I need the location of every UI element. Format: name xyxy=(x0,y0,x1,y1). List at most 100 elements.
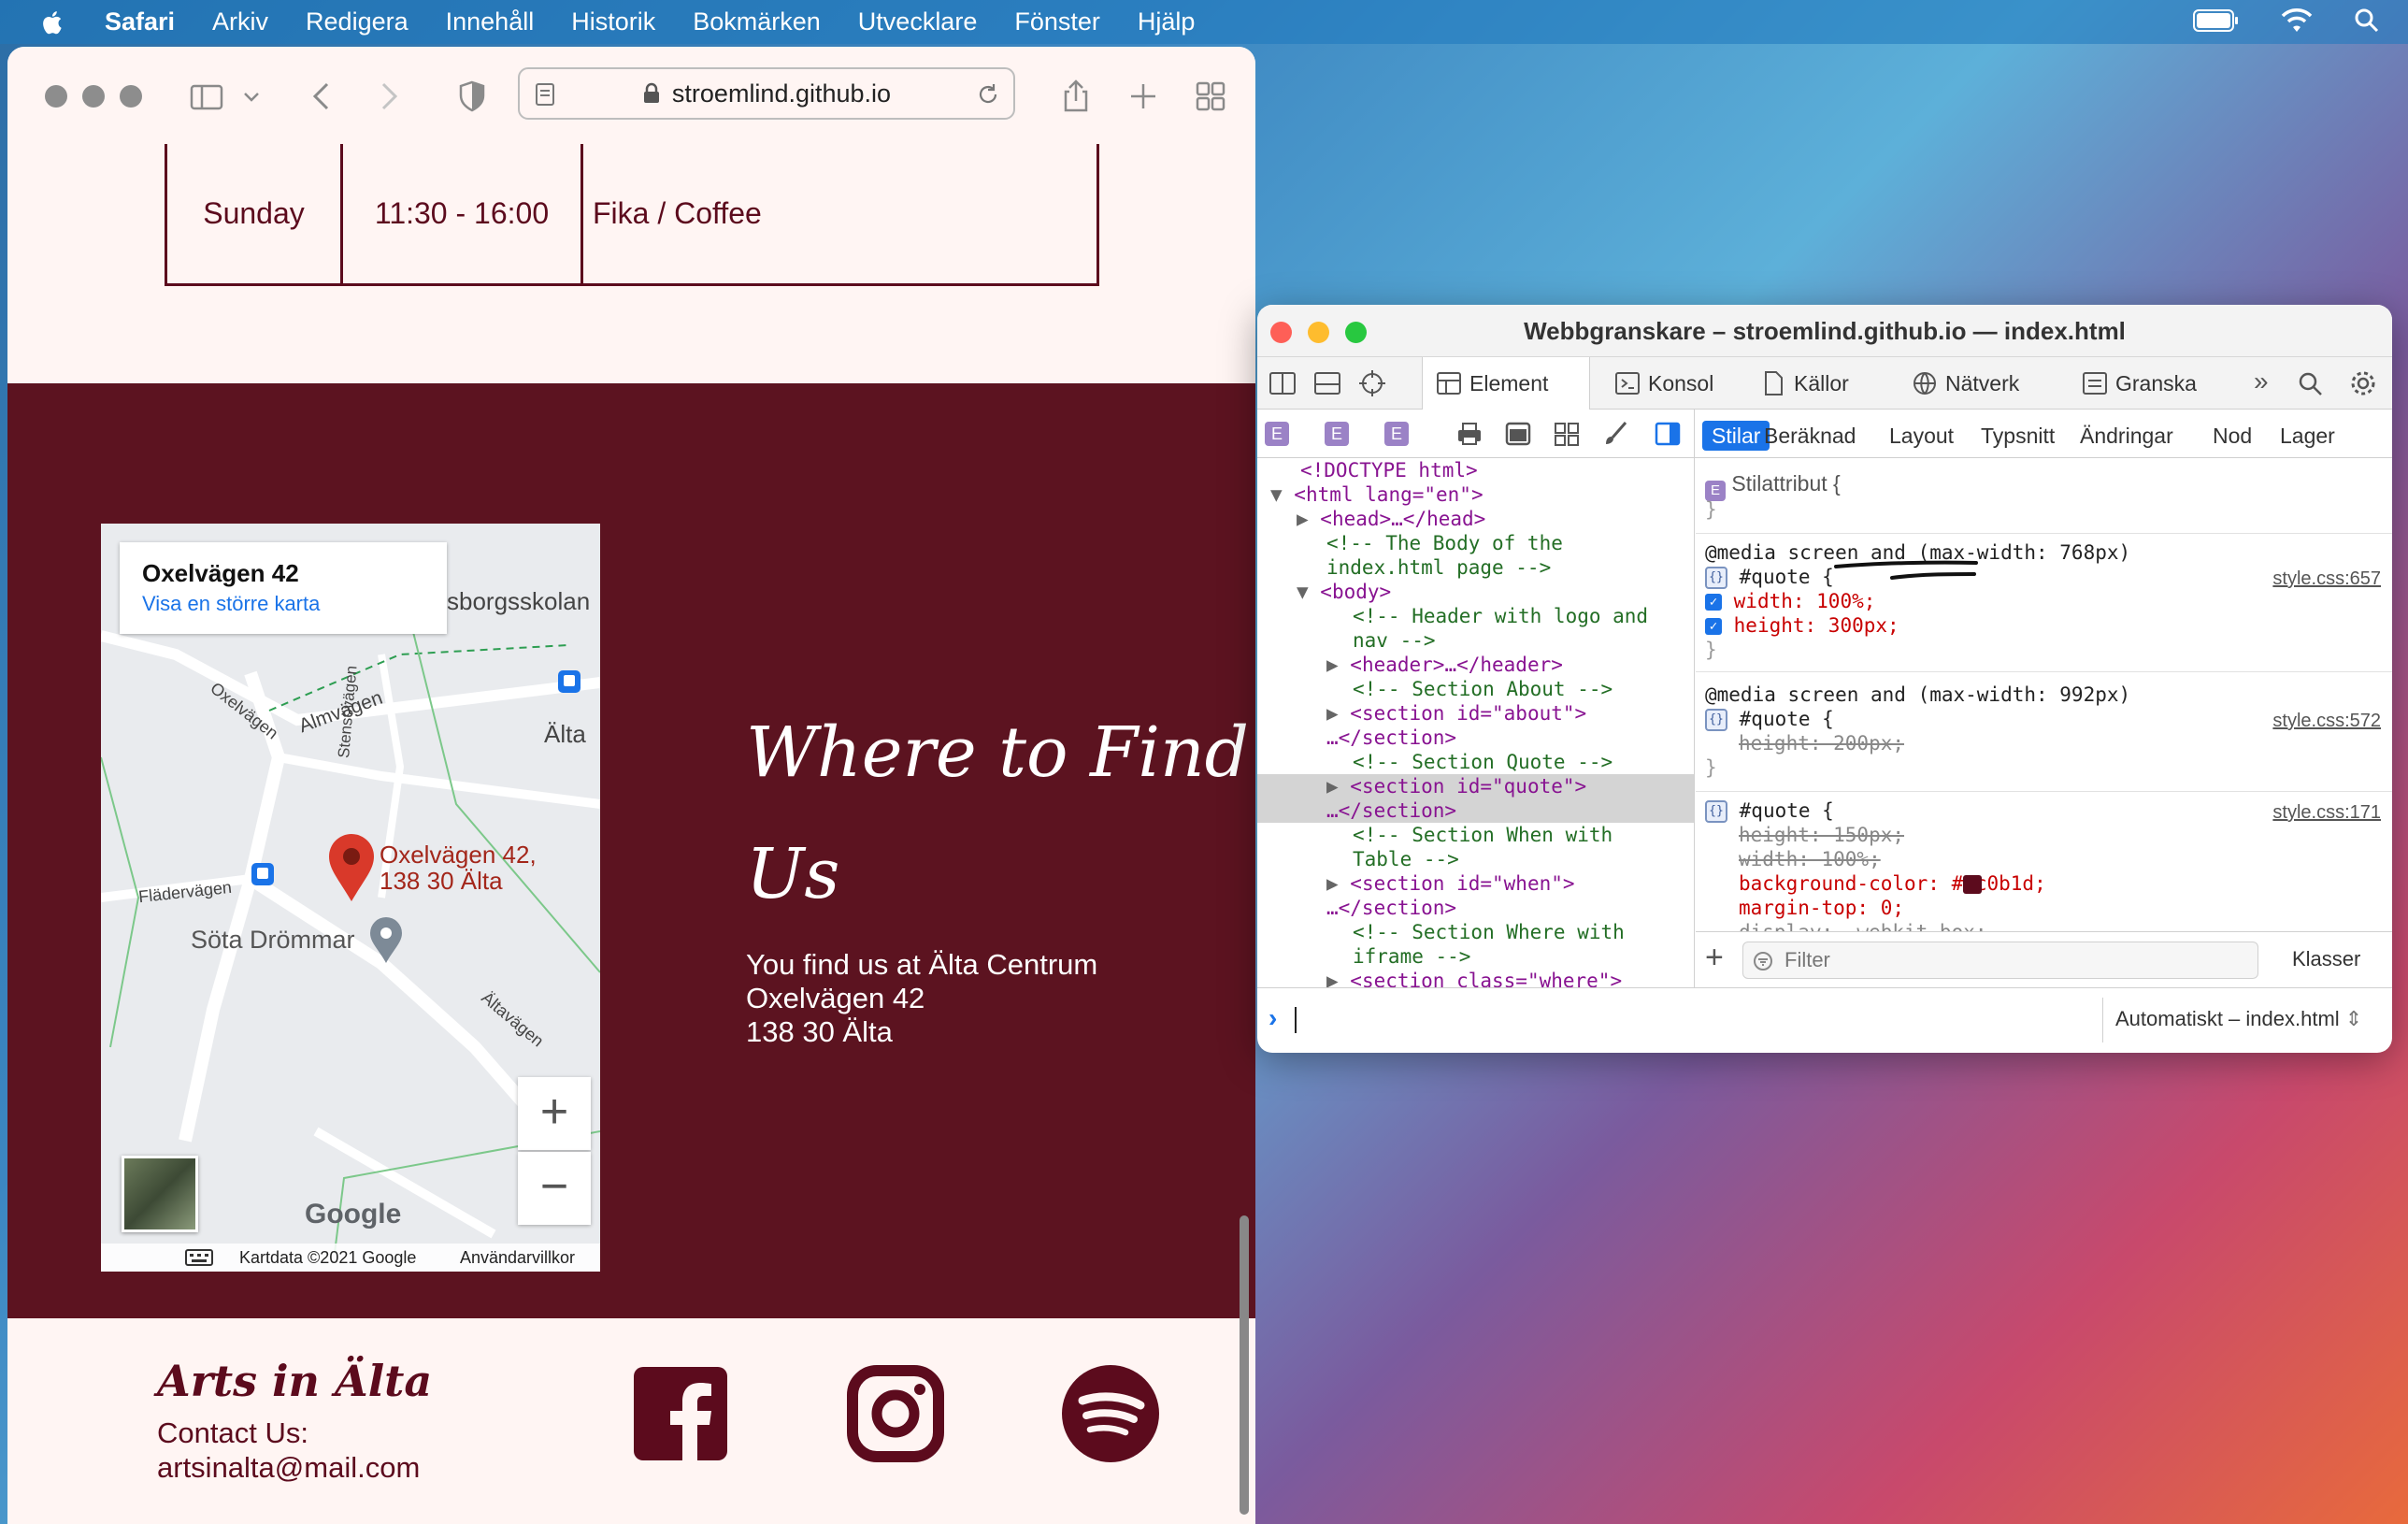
classes-toggle[interactable]: Klasser xyxy=(2292,947,2360,971)
satellite-layer-toggle[interactable] xyxy=(122,1156,198,1232)
tab-andringar[interactable]: Ändringar xyxy=(2071,421,2183,451)
css-property-row[interactable]: ✓ height: 300px; xyxy=(1705,613,1899,638)
more-tabs-icon[interactable]: » xyxy=(2254,357,2269,406)
dom-node-head[interactable]: ▶ <head>…</head> xyxy=(1297,507,1694,531)
share-icon[interactable] xyxy=(1058,79,1094,114)
tab-element[interactable]: Element xyxy=(1422,357,1590,410)
chevron-down-icon[interactable] xyxy=(241,79,262,114)
dom-comment[interactable]: index.html page --> xyxy=(1326,555,1694,580)
wifi-icon[interactable] xyxy=(2281,7,2313,34)
reload-icon[interactable] xyxy=(976,82,1000,107)
dom-node-section-when[interactable]: ▶ <section id="when"> xyxy=(1326,871,1694,896)
spotlight-search-icon[interactable] xyxy=(2354,7,2380,34)
gear-icon[interactable] xyxy=(2349,369,2377,397)
tab-granska[interactable]: Granska xyxy=(2069,357,2197,410)
breadcrumb-element-icon[interactable]: E xyxy=(1265,422,1289,446)
css-property-overridden[interactable]: display: -webkit-box; xyxy=(1739,920,1987,931)
menu-innehall[interactable]: Innehåll xyxy=(446,7,535,36)
dom-comment[interactable]: <!-- Header with logo and xyxy=(1353,604,1694,628)
dom-comment[interactable]: <!-- Section When with xyxy=(1353,823,1694,847)
menu-bokmarken[interactable]: Bokmärken xyxy=(693,7,821,36)
property-checkbox[interactable]: ✓ xyxy=(1705,594,1722,611)
source-link[interactable]: style.css:657 xyxy=(2272,567,2381,591)
tab-beraknad[interactable]: Beräknad xyxy=(1755,421,1865,451)
forward-icon[interactable] xyxy=(370,79,406,114)
dom-node-close[interactable]: …</section> xyxy=(1326,896,1694,920)
menu-historik[interactable]: Historik xyxy=(571,7,655,36)
menu-fonster[interactable]: Fönster xyxy=(1014,7,1100,36)
source-link[interactable]: style.css:572 xyxy=(2272,709,2381,733)
minimize-window-button[interactable] xyxy=(1308,322,1329,343)
screenshot-icon[interactable] xyxy=(1504,421,1532,447)
battery-icon[interactable] xyxy=(2193,8,2240,33)
css-property[interactable]: background-color: #5c0b1d; xyxy=(1739,871,2046,896)
search-icon[interactable] xyxy=(2297,370,2323,396)
breadcrumb-element-icon[interactable]: E xyxy=(1384,422,1409,446)
contact-email[interactable]: artsinalta@mail.com xyxy=(157,1450,420,1485)
menu-safari[interactable]: Safari xyxy=(105,7,175,36)
menu-redigera[interactable]: Redigera xyxy=(306,7,408,36)
close-window-button[interactable] xyxy=(45,85,67,108)
css-property-overridden[interactable]: width: 100%; xyxy=(1739,847,1881,871)
dom-comment[interactable]: <!-- Section About --> xyxy=(1353,677,1694,701)
zoom-window-button[interactable] xyxy=(120,85,142,108)
tab-layout[interactable]: Layout xyxy=(1880,421,1963,451)
new-tab-icon[interactable] xyxy=(1125,79,1161,114)
dom-node-header[interactable]: ▶ <header>…</header> xyxy=(1326,653,1694,677)
paintbrush-icon[interactable] xyxy=(1601,421,1629,447)
execution-context-select[interactable]: Automatiskt – index.html ⇕ xyxy=(2115,1007,2362,1031)
dom-node-close[interactable]: …</section> xyxy=(1257,798,1694,823)
menu-utvecklare[interactable]: Utvecklare xyxy=(858,7,978,36)
menu-hjalp[interactable]: Hjälp xyxy=(1138,7,1196,36)
dock-bottom-icon[interactable] xyxy=(1313,370,1341,396)
grid-overlay-icon[interactable] xyxy=(1553,421,1581,447)
google-map[interactable]: Oxelvägen 42 Visa en större karta sborgs… xyxy=(101,524,600,1272)
map-pin-icon[interactable] xyxy=(327,832,376,903)
apple-menu-icon[interactable] xyxy=(39,8,67,36)
tab-typsnitt[interactable]: Typsnitt xyxy=(1971,421,2064,451)
dom-node-section-quote-selected[interactable]: ▶ <section id="quote"> xyxy=(1257,774,1694,798)
dom-comment[interactable]: iframe --> xyxy=(1353,944,1694,969)
keyboard-icon[interactable] xyxy=(185,1249,213,1266)
map-terms-link[interactable]: Användarvillkor xyxy=(460,1244,575,1272)
dom-comment[interactable]: Table --> xyxy=(1353,847,1694,871)
tab-kallor[interactable]: Källor xyxy=(1747,357,1849,410)
zoom-window-button[interactable] xyxy=(1345,322,1367,343)
css-property-overridden[interactable]: height: 200px; xyxy=(1739,731,1904,755)
facebook-icon[interactable] xyxy=(630,1363,731,1464)
dom-node-html[interactable]: ▼ <html lang="en"> xyxy=(1270,482,1694,507)
tab-nod[interactable]: Nod xyxy=(2203,421,2261,451)
zoom-out-button[interactable]: − xyxy=(518,1152,591,1225)
back-icon[interactable] xyxy=(305,79,340,114)
privacy-shield-icon[interactable] xyxy=(454,79,490,114)
styles-filter-input[interactable]: Filter xyxy=(1742,942,2258,979)
dom-node-section-about[interactable]: ▶ <section id="about"> xyxy=(1326,701,1694,726)
tab-lager[interactable]: Lager xyxy=(2271,421,2344,451)
rule-selector[interactable]: {} #quote { xyxy=(1705,565,1834,589)
add-rule-icon[interactable]: + xyxy=(1705,940,1724,976)
dom-comment[interactable]: nav --> xyxy=(1353,628,1694,653)
sidebar-toggle-icon[interactable] xyxy=(189,79,224,114)
dom-tree[interactable]: <!DOCTYPE html> ▼ <html lang="en"> ▶ <he… xyxy=(1257,458,1695,987)
css-property[interactable]: margin-top: 0; xyxy=(1739,896,1904,920)
close-window-button[interactable] xyxy=(1270,322,1292,343)
address-bar[interactable]: stroemlind.github.io xyxy=(518,67,1015,120)
place-marker-icon[interactable] xyxy=(368,916,404,965)
style-attribute-rule[interactable]: E Stilattribut { xyxy=(1705,471,1841,501)
color-swatch[interactable] xyxy=(1963,875,1982,894)
print-icon[interactable] xyxy=(1455,421,1484,447)
larger-map-link[interactable]: Visa en större karta xyxy=(142,592,424,616)
dom-node-close[interactable]: …</section> xyxy=(1326,726,1694,750)
tab-konsol[interactable]: Konsol xyxy=(1601,357,1713,410)
rule-selector[interactable]: {} #quote { xyxy=(1705,707,1834,731)
breadcrumb-element-icon[interactable]: E xyxy=(1325,422,1349,446)
dock-side-icon[interactable] xyxy=(1268,370,1297,396)
minimize-window-button[interactable] xyxy=(82,85,105,108)
zoom-in-button[interactable]: + xyxy=(518,1077,591,1150)
tab-natverk[interactable]: Nätverk xyxy=(1899,357,2019,410)
element-picker-icon[interactable] xyxy=(1358,369,1386,397)
menu-arkiv[interactable]: Arkiv xyxy=(212,7,268,36)
page-scrollbar[interactable] xyxy=(1240,1215,1249,1515)
css-property-row[interactable]: ✓ width: 100%; xyxy=(1705,589,1875,613)
console-input[interactable] xyxy=(1295,1007,1297,1033)
